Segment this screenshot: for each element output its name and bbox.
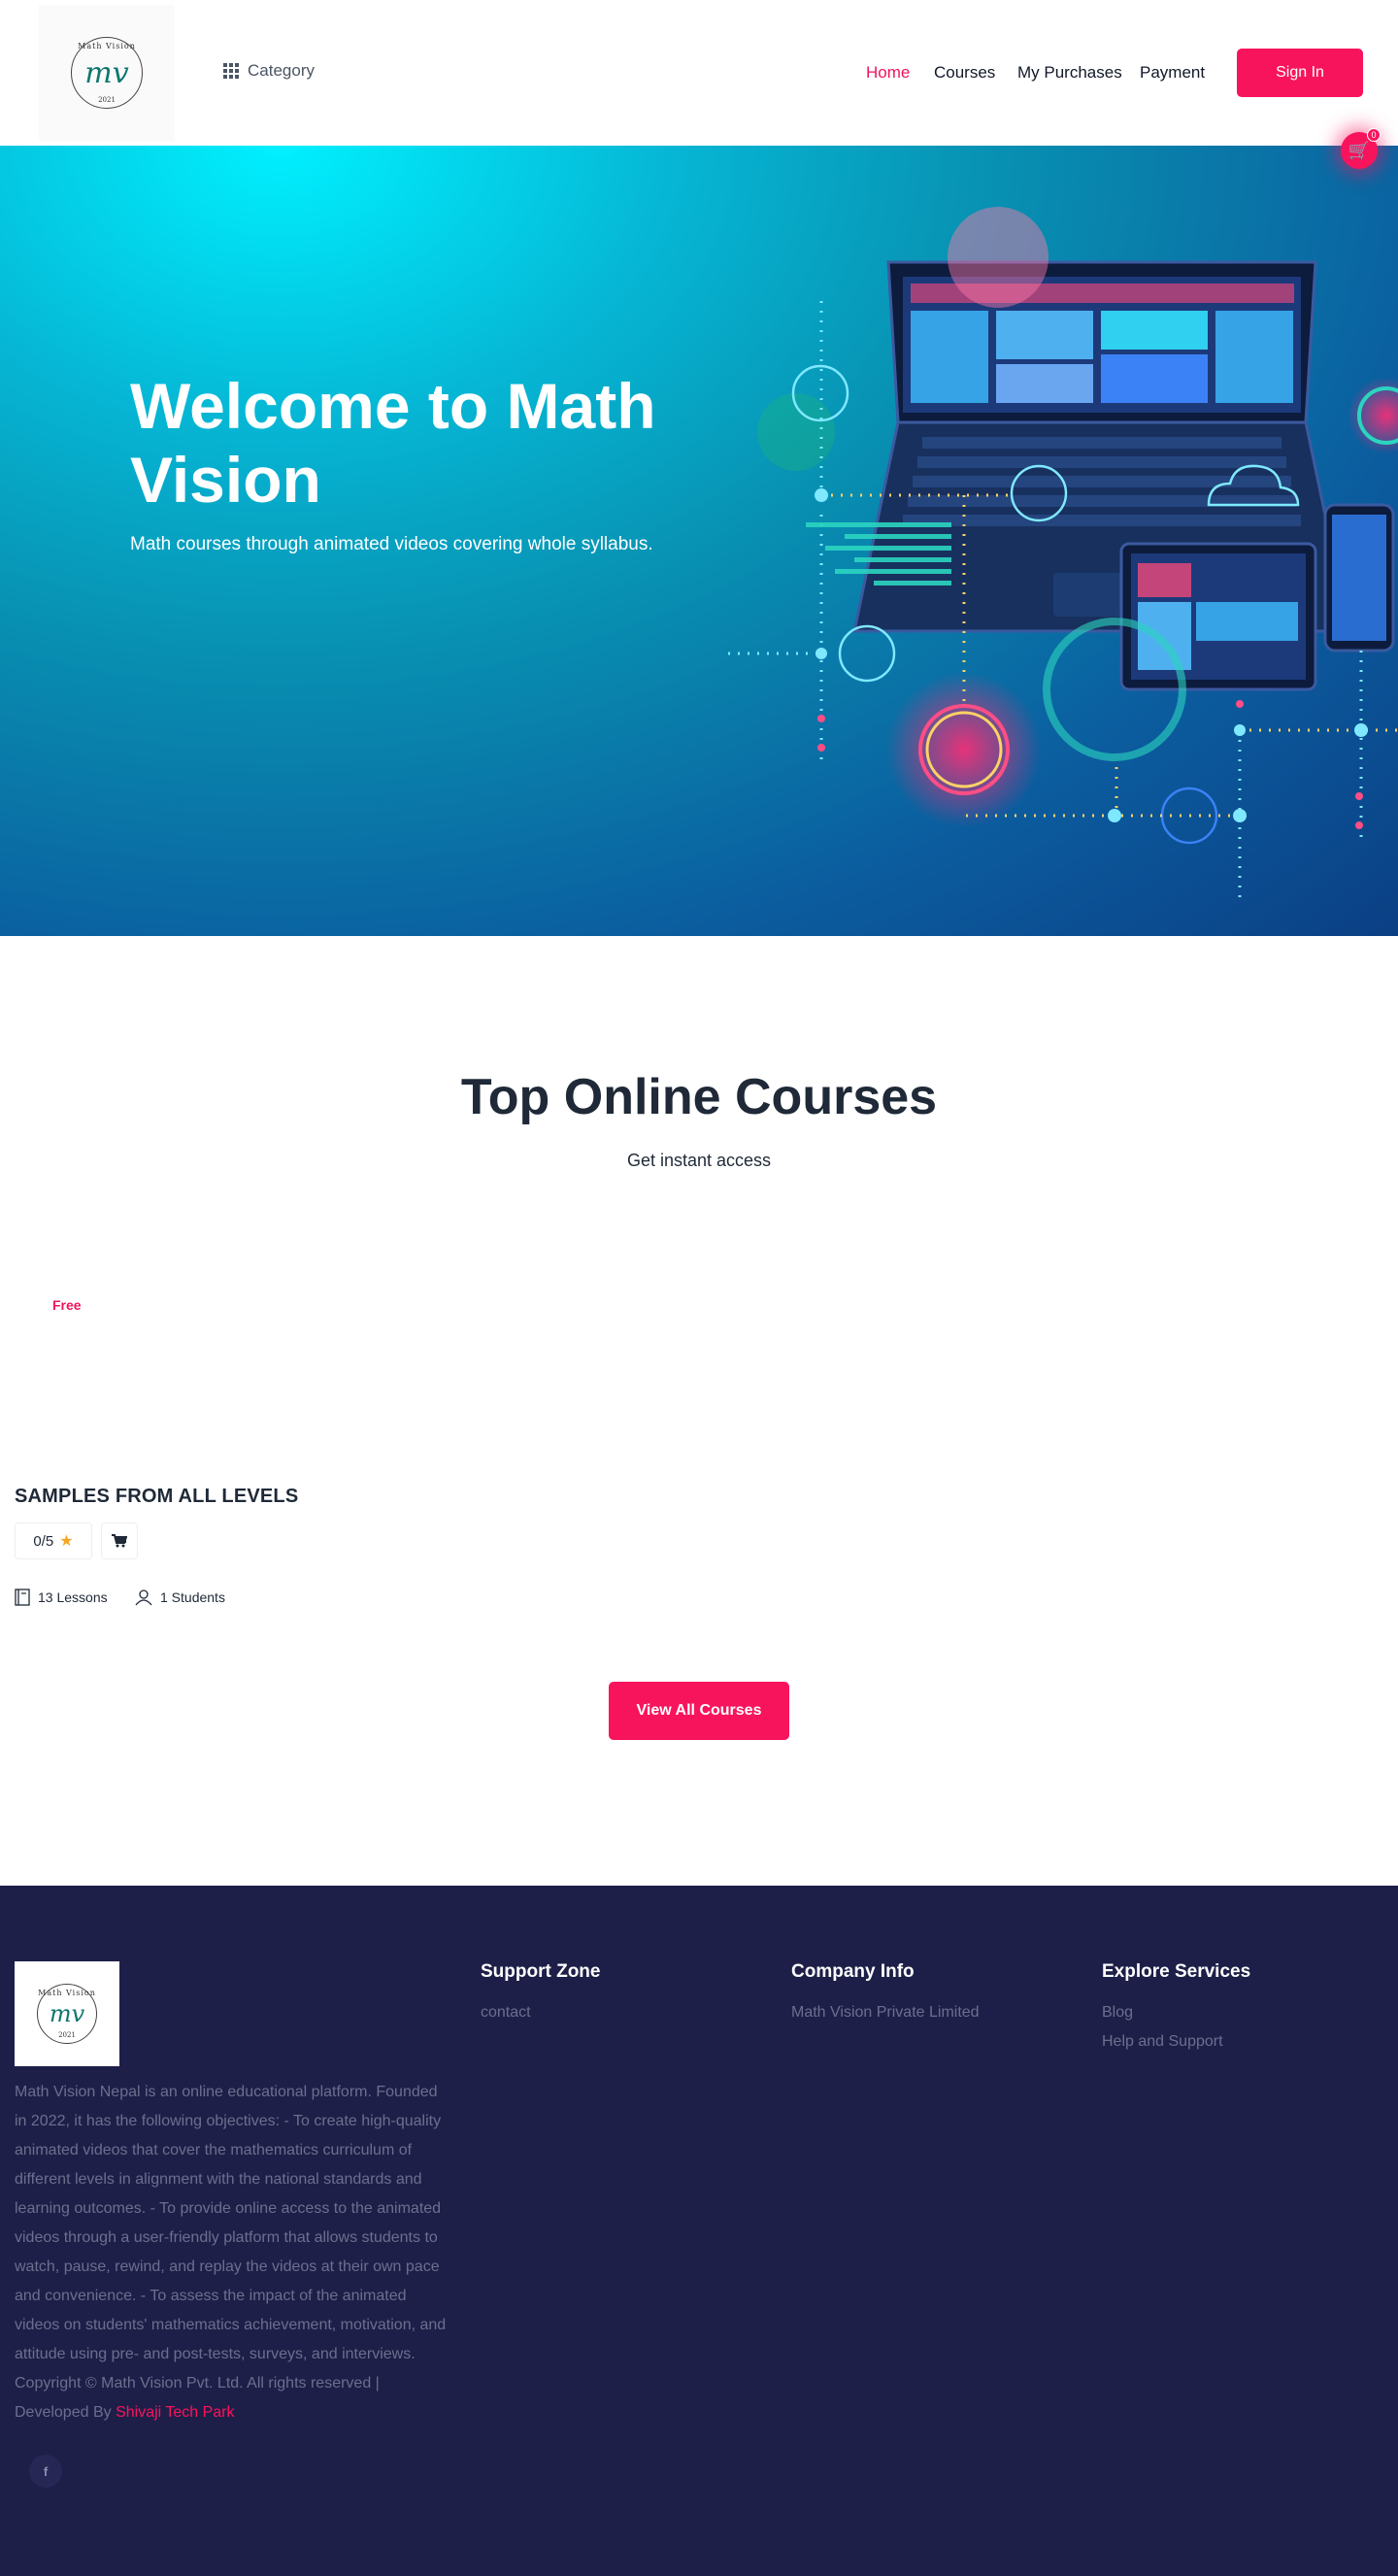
cart-icon (112, 1534, 127, 1548)
logo-monogram: mv (49, 2000, 85, 2027)
logo-year: 2021 (58, 2031, 76, 2039)
star-icon: ★ (59, 1533, 74, 1550)
logo-year: 2021 (98, 96, 116, 104)
hero-subtitle: Math courses through animated videos cov… (130, 534, 653, 554)
category-menu[interactable]: Category (223, 61, 315, 81)
footer-column-title: Explore Services (1102, 1961, 1251, 1982)
cart-count-badge: 0 (1367, 128, 1381, 142)
footer-column-title: Company Info (791, 1961, 915, 1982)
nav-home[interactable]: Home (866, 63, 910, 83)
site-logo[interactable]: Math Vision mv 2021 (39, 5, 175, 141)
sign-in-button[interactable]: Sign In (1237, 49, 1363, 97)
price-tag: Free (52, 1297, 82, 1313)
footer-description: Math Vision Nepal is an online education… (15, 2078, 451, 2427)
lessons-count: 13 Lessons (15, 1589, 108, 1606)
footer-column-title: Support Zone (481, 1961, 601, 1982)
footer-column-company: Company Info Math Vision Private Limited (791, 1961, 980, 2033)
facebook-icon[interactable]: f (29, 2455, 62, 2488)
footer-logo[interactable]: Math Vision mv 2021 (15, 1961, 119, 2066)
section-subtitle: Get instant access (626, 1151, 772, 1170)
course-title[interactable]: SAMPLES FROM ALL LEVELS (15, 1486, 298, 1508)
footer-link-help[interactable]: Help and Support (1102, 2033, 1250, 2051)
nav-courses[interactable]: Courses (934, 63, 995, 83)
course-rating: 0/5 ★ (15, 1522, 92, 1559)
footer-link-blog[interactable]: Blog (1102, 2004, 1250, 2022)
book-icon (15, 1589, 30, 1606)
site-header: Math Vision mv 2021 Category Home Course… (0, 0, 1398, 146)
add-to-cart-button[interactable] (101, 1522, 138, 1559)
grid-icon (223, 63, 239, 79)
footer-column-services: Explore Services Blog Help and Support (1102, 1961, 1250, 2062)
category-label: Category (248, 61, 315, 80)
logo-monogram: mv (84, 55, 129, 90)
hero-banner: Welcome to Math Vision Math courses thro… (0, 146, 1398, 936)
nav-payment[interactable]: Payment (1140, 63, 1205, 83)
floating-cart-button[interactable]: 🛒 0 (1341, 128, 1381, 169)
students-count: 1 Students (135, 1589, 225, 1606)
site-footer: Math Vision mv 2021 Math Vision Nepal is… (0, 1886, 1398, 2576)
footer-link-company[interactable]: Math Vision Private Limited (791, 2004, 980, 2022)
lessons-label: 13 Lessons (38, 1589, 108, 1605)
hero-title: Welcome to Math Vision (130, 370, 656, 516)
footer-column-support: Support Zone contact (481, 1961, 600, 2033)
logo-text: Math Vision (78, 42, 136, 50)
logo-emblem: Math Vision mv 2021 (37, 1984, 97, 2044)
cart-icon: 🛒 (1348, 140, 1371, 160)
section-title: Top Online Courses (460, 1069, 938, 1125)
logo-emblem: Math Vision mv 2021 (71, 37, 143, 109)
nav-my-purchases[interactable]: My Purchases (1017, 63, 1122, 83)
footer-link-contact[interactable]: contact (481, 2004, 600, 2022)
user-icon (135, 1589, 152, 1606)
developer-link[interactable]: Shivaji Tech Park (116, 2404, 234, 2421)
view-all-courses-button[interactable]: View All Courses (609, 1682, 789, 1740)
students-label: 1 Students (160, 1589, 225, 1605)
about-text: Math Vision Nepal is an online education… (15, 2084, 447, 2362)
logo-text: Math Vision (38, 1989, 96, 1997)
rating-value: 0/5 (33, 1532, 54, 1550)
